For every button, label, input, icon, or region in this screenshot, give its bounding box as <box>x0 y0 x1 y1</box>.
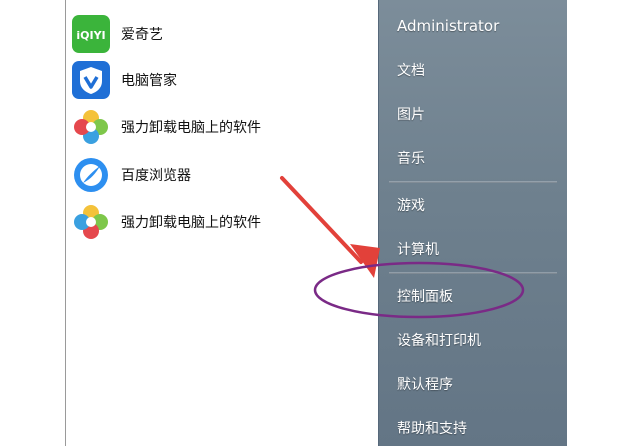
uninstaller-flower-icon <box>71 107 111 147</box>
program-item-uninstaller[interactable]: 强力卸载电脑上的软件 <box>71 106 371 148</box>
program-label: 爱奇艺 <box>121 27 163 43</box>
program-label: 百度浏览器 <box>121 168 191 184</box>
menu-item-default-programs[interactable]: 默认程序 <box>397 374 453 394</box>
user-name-item[interactable]: Administrator <box>397 17 499 35</box>
pc-manager-shield-icon <box>71 60 111 100</box>
program-item-baidu-browser[interactable]: 百度浏览器 <box>71 154 371 196</box>
start-menu-programs-pane: iQIYI 爱奇艺 电脑管家 强力卸载电脑上的软件 百度浏览器 强力卸载电脑上的… <box>65 0 379 446</box>
menu-item-pictures[interactable]: 图片 <box>397 104 425 124</box>
menu-item-documents[interactable]: 文档 <box>397 60 425 80</box>
iqiyi-icon: iQIYI <box>71 14 111 54</box>
menu-item-music[interactable]: 音乐 <box>397 148 425 168</box>
program-item-uninstaller-2[interactable]: 强力卸载电脑上的软件 <box>71 201 371 243</box>
menu-separator <box>389 181 557 183</box>
menu-item-devices-printers[interactable]: 设备和打印机 <box>397 330 481 350</box>
menu-item-computer[interactable]: 计算机 <box>397 239 439 259</box>
menu-item-help-support[interactable]: 帮助和支持 <box>397 418 467 438</box>
program-label: 强力卸载电脑上的软件 <box>121 215 261 231</box>
program-item-iqiyi[interactable]: iQIYI 爱奇艺 <box>71 13 371 55</box>
start-menu-right-pane: Administrator 文档 图片 音乐 游戏 计算机 控制面板 设备和打印… <box>378 0 567 446</box>
program-item-pc-manager[interactable]: 电脑管家 <box>71 59 371 101</box>
baidu-browser-icon <box>71 155 111 195</box>
menu-item-control-panel[interactable]: 控制面板 <box>397 286 453 306</box>
menu-separator <box>389 272 557 274</box>
program-label: 强力卸载电脑上的软件 <box>121 120 261 136</box>
iqiyi-icon-text: iQIYI <box>76 29 105 42</box>
program-label: 电脑管家 <box>121 73 177 89</box>
menu-item-games[interactable]: 游戏 <box>397 195 425 215</box>
uninstaller-flower-icon <box>71 202 111 242</box>
